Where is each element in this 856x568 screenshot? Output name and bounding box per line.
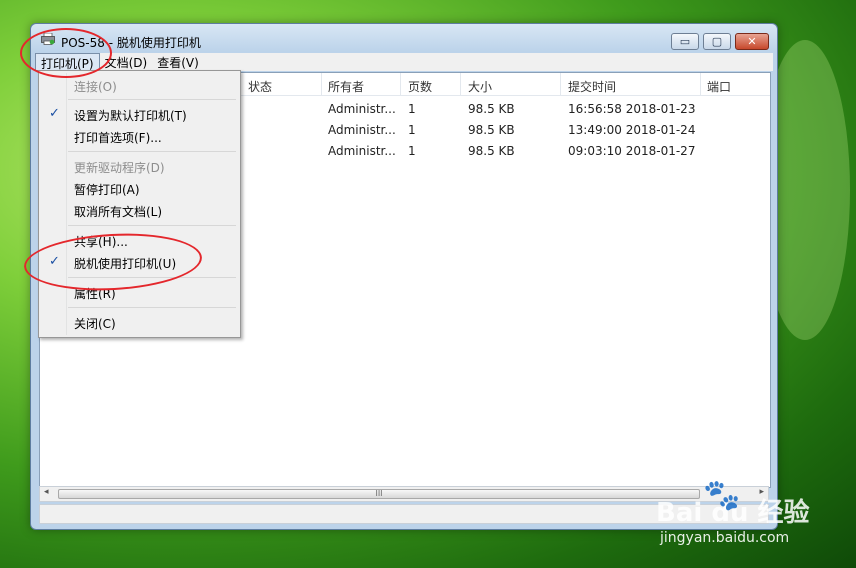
menu-item-label: 更新驱动程序(D): [74, 161, 165, 175]
menu-separator: [68, 151, 236, 152]
menu-view[interactable]: 查看(V): [152, 53, 204, 71]
close-button[interactable]: ✕: [735, 33, 769, 50]
menu-item-label: 设置为默认打印机(T): [74, 109, 187, 123]
column-header-owner[interactable]: 所有者: [328, 78, 364, 95]
menu-item-label: 打印首选项(F)...: [74, 131, 162, 145]
cell-pages: 1: [408, 102, 416, 116]
close-icon: ✕: [747, 35, 757, 48]
menu-item-pause-printing[interactable]: 暂停打印(A): [41, 178, 238, 199]
column-header-pages[interactable]: 页数: [408, 78, 432, 95]
cell-submitted: 09:03:10 2018-01-27: [568, 144, 696, 158]
column-header-submitted[interactable]: 提交时间: [568, 78, 616, 95]
title-bar[interactable]: POS-58 - 脱机使用打印机 ▭ ▢ ✕: [31, 24, 777, 52]
menu-separator: [68, 225, 236, 226]
cell-size: 98.5 KB: [468, 144, 515, 158]
cell-owner: Administr...: [328, 144, 396, 158]
baidu-paw-icon: 🐾: [703, 478, 741, 513]
column-divider[interactable]: [700, 73, 701, 95]
menu-separator: [68, 99, 236, 100]
menu-separator: [68, 307, 236, 308]
column-header-status[interactable]: 状态: [248, 78, 272, 95]
column-header-size[interactable]: 大小: [468, 78, 492, 95]
scrollbar-thumb[interactable]: III: [58, 489, 700, 499]
cell-pages: 1: [408, 144, 416, 158]
menu-item-close[interactable]: 关闭(C): [41, 312, 238, 333]
menu-item-label: 取消所有文档(L): [74, 205, 163, 219]
watermark-url: jingyan.baidu.com: [660, 530, 790, 546]
maximize-button[interactable]: ▢: [703, 33, 731, 50]
menu-item-set-default[interactable]: ✓ 设置为默认打印机(T): [41, 104, 238, 125]
cell-owner: Administr...: [328, 123, 396, 137]
cell-size: 98.5 KB: [468, 102, 515, 116]
scrollbar-grip: III: [375, 489, 383, 498]
menu-bar: 打印机(P) 文档(D) 查看(V): [35, 53, 773, 71]
annotation-circle-menu: [20, 28, 112, 78]
menu-item-update-driver: 更新驱动程序(D): [41, 156, 238, 177]
cell-pages: 1: [408, 123, 416, 137]
scroll-left-arrow-icon[interactable]: ◂: [44, 487, 49, 497]
column-divider[interactable]: [400, 73, 401, 95]
cell-owner: Administr...: [328, 102, 396, 116]
printer-menu-dropdown: 连接(O) ✓ 设置为默认打印机(T) 打印首选项(F)... 更新驱动程序(D…: [38, 70, 241, 338]
menu-item-printing-preferences[interactable]: 打印首选项(F)...: [41, 126, 238, 147]
menu-item-connect: 连接(O): [41, 75, 238, 96]
column-divider[interactable]: [560, 73, 561, 95]
menu-item-label: 关闭(C): [74, 317, 116, 331]
cell-size: 98.5 KB: [468, 123, 515, 137]
menu-item-label: 连接(O): [74, 80, 117, 94]
cell-submitted: 13:49:00 2018-01-24: [568, 123, 696, 137]
menu-item-cancel-all-documents[interactable]: 取消所有文档(L): [41, 200, 238, 221]
column-header-port[interactable]: 端口: [707, 78, 731, 95]
minimize-icon: ▭: [679, 35, 691, 48]
checkmark-icon: ✓: [49, 106, 60, 121]
column-divider[interactable]: [321, 73, 322, 95]
maximize-icon: ▢: [711, 35, 723, 48]
minimize-button[interactable]: ▭: [671, 33, 699, 50]
column-divider[interactable]: [460, 73, 461, 95]
menu-item-label: 暂停打印(A): [74, 183, 140, 197]
cell-submitted: 16:56:58 2018-01-23: [568, 102, 696, 116]
